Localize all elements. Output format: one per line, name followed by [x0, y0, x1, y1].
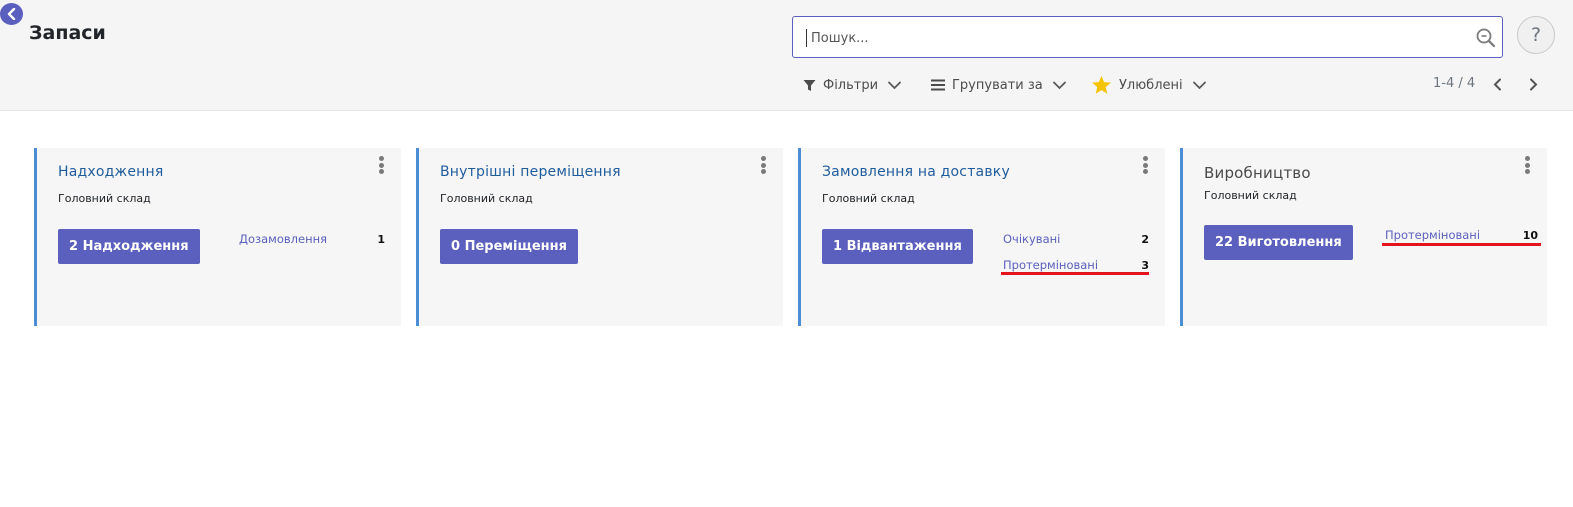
- group-by-dropdown[interactable]: Групувати за: [931, 73, 1066, 97]
- pager-value[interactable]: 1-4 / 4: [1433, 76, 1475, 91]
- favorites-dropdown[interactable]: Улюблені: [1091, 73, 1206, 97]
- transfers-action-button[interactable]: 0 Переміщення: [440, 229, 578, 264]
- control-panel: Запаси ? Фільтри Групувати за: [0, 0, 1573, 111]
- search-icon[interactable]: [1475, 27, 1497, 49]
- card-title: Виробництво: [1204, 164, 1311, 182]
- stat-late-count[interactable]: 10: [1508, 229, 1538, 242]
- group-by-label: Групувати за: [952, 77, 1043, 93]
- operation-card-receipts: Надходження Головний склад 2 Надходження…: [34, 148, 401, 326]
- card-warehouse: Головний склад: [822, 192, 915, 205]
- page-title: Запаси: [29, 22, 106, 44]
- star-icon: [1092, 75, 1111, 94]
- search-box[interactable]: [792, 16, 1503, 58]
- chevron-right-icon: [1529, 78, 1537, 90]
- operation-card-manufacturing: Виробництво Головний склад 22 Виготовлен…: [1180, 148, 1547, 326]
- search-input[interactable]: [811, 27, 1451, 49]
- filter-icon: [803, 79, 816, 91]
- chevron-left-icon: [7, 8, 15, 20]
- stat-late-count[interactable]: 3: [1119, 259, 1149, 272]
- filters-label: Фільтри: [823, 77, 879, 93]
- stat-backorders-link[interactable]: Дозамовлення: [239, 232, 327, 246]
- card-menu-button[interactable]: [1522, 154, 1532, 176]
- card-title[interactable]: Внутрішні переміщення: [440, 164, 621, 180]
- card-menu-button[interactable]: [376, 154, 386, 176]
- list-icon: [931, 79, 945, 91]
- card-warehouse: Головний склад: [1204, 189, 1297, 202]
- chevron-left-icon: [1493, 78, 1501, 90]
- pager-next-button[interactable]: [1523, 73, 1543, 95]
- stat-waiting-count[interactable]: 2: [1119, 233, 1149, 246]
- operation-card-delivery: Замовлення на доставку Головний склад 1 …: [798, 148, 1165, 326]
- chevron-down-icon: [888, 81, 901, 89]
- card-menu-button[interactable]: [758, 154, 768, 176]
- stat-late-link[interactable]: Протерміновані: [1003, 258, 1098, 272]
- filters-dropdown[interactable]: Фільтри: [803, 73, 901, 97]
- help-button[interactable]: ?: [1517, 16, 1555, 54]
- receipts-action-button[interactable]: 2 Надходження: [58, 229, 200, 264]
- delivery-action-button[interactable]: 1 Відвантаження: [822, 229, 973, 264]
- chevron-down-icon: [1192, 81, 1206, 89]
- card-warehouse: Головний склад: [58, 192, 151, 205]
- card-menu-button[interactable]: [1140, 154, 1150, 176]
- back-button[interactable]: [0, 3, 23, 25]
- operation-card-internal: Внутрішні переміщення Головний склад 0 П…: [416, 148, 783, 326]
- stat-late-link[interactable]: Протерміновані: [1385, 228, 1480, 242]
- stat-waiting-link[interactable]: Очікувані: [1003, 232, 1060, 246]
- chevron-down-icon: [1052, 81, 1066, 89]
- card-title[interactable]: Замовлення на доставку: [822, 164, 1010, 180]
- manufacturing-action-button[interactable]: 22 Виготовлення: [1204, 225, 1353, 260]
- card-warehouse: Головний склад: [440, 192, 533, 205]
- stat-backorders-count[interactable]: 1: [355, 233, 385, 246]
- card-title[interactable]: Надходження: [58, 164, 163, 180]
- highlight-underline: [1001, 272, 1149, 275]
- favorites-label: Улюблені: [1119, 77, 1183, 93]
- text-cursor: [806, 29, 807, 47]
- pager-previous-button[interactable]: [1487, 73, 1507, 95]
- highlight-underline: [1382, 243, 1541, 246]
